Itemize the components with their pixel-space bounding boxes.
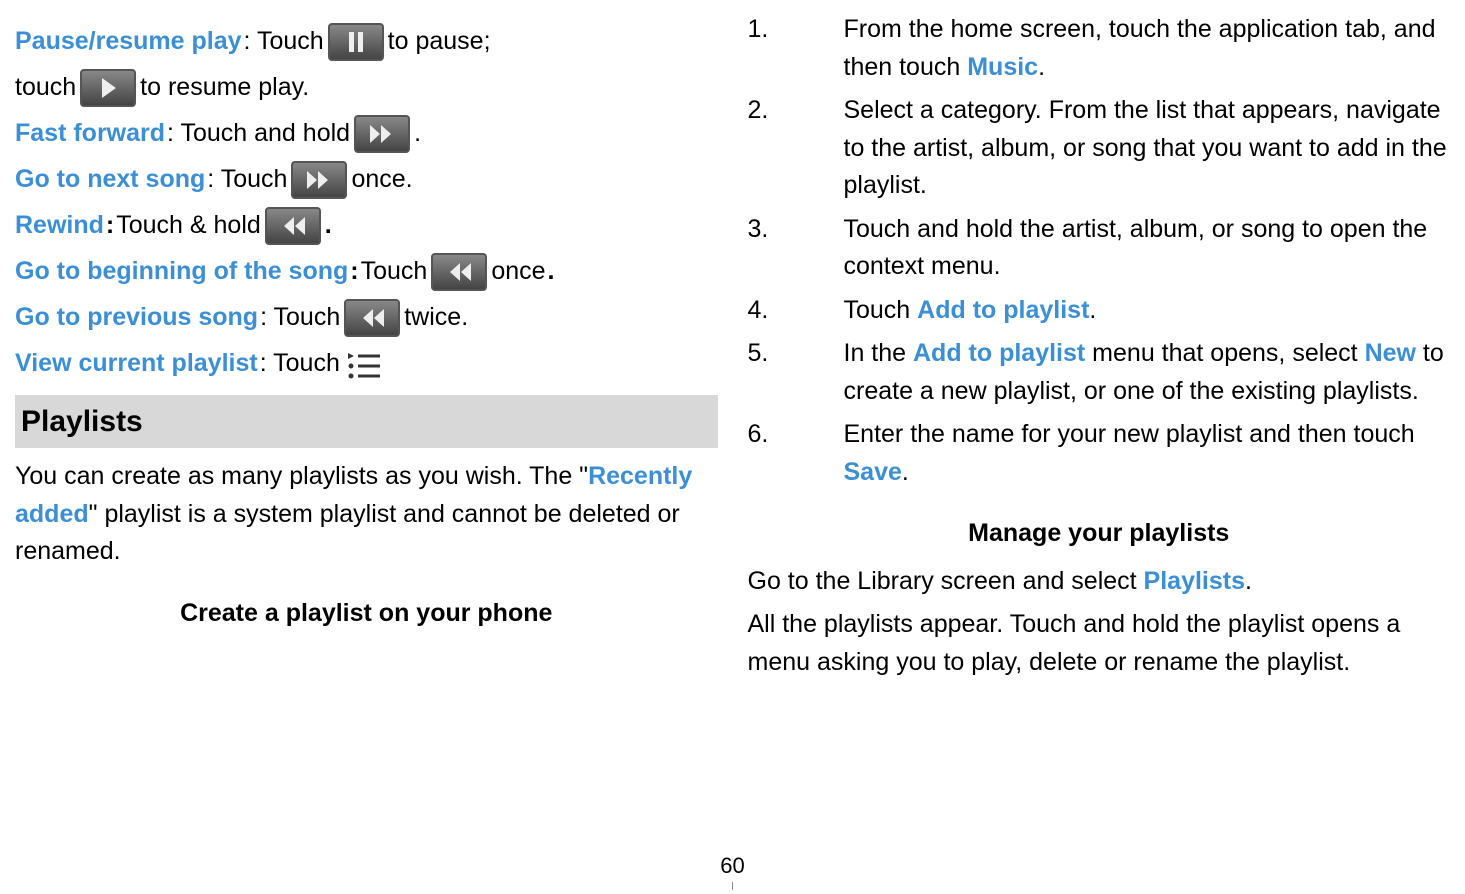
pause-icon (328, 23, 384, 61)
playlists-header: Playlists (15, 395, 718, 448)
playlists-body: You can create as many playlists as you … (15, 458, 718, 571)
text: . (414, 115, 421, 153)
right-column: 1. From the home screen, touch the appli… (733, 0, 1465, 841)
list-icon (342, 345, 386, 383)
fast-forward-label: Fast forward (15, 115, 165, 153)
text: Touch (361, 253, 428, 291)
page-number: 60 (720, 853, 744, 878)
manage-body-2: All the playlists appear. Touch and hold… (748, 606, 1451, 681)
rewind-line: Rewind : Touch & hold . (15, 207, 718, 245)
step-number: 4. (748, 292, 844, 330)
step-text: In the Add to playlist menu that opens, … (844, 335, 1451, 410)
step-number: 2. (748, 92, 844, 205)
beginning-label: Go to beginning of the song (15, 253, 348, 291)
page-footer: 60 (0, 841, 1465, 894)
step-text: From the home screen, touch the applicat… (844, 11, 1451, 86)
previous-song-label: Go to previous song (15, 299, 258, 337)
pause-resume-label: Pause/resume play (15, 23, 242, 61)
text: twice. (404, 299, 468, 337)
step-item: 4. Touch Add to playlist. (748, 292, 1451, 330)
beginning-line: Go to beginning of the song : Touch once… (15, 253, 718, 291)
step-text: Select a category. From the list that ap… (844, 92, 1451, 205)
footer-tick (732, 882, 733, 890)
step-item: 1. From the home screen, touch the appli… (748, 11, 1451, 86)
next-song-line: Go to next song : Touch once. (15, 161, 718, 199)
steps-list: 1. From the home screen, touch the appli… (748, 11, 1451, 491)
fast-forward-icon (354, 115, 410, 153)
resume-line: touch to resume play. (15, 69, 718, 107)
step-number: 3. (748, 211, 844, 286)
step-item: 5. In the Add to playlist menu that open… (748, 335, 1451, 410)
text: . (548, 253, 555, 291)
page-content: Pause/resume play : Touch to pause; touc… (0, 0, 1465, 841)
text: : (350, 253, 358, 291)
fast-forward-line: Fast forward : Touch and hold . (15, 115, 718, 153)
text: " playlist is a system playlist and cann… (15, 500, 680, 566)
play-icon (80, 69, 136, 107)
step-item: 2. Select a category. From the list that… (748, 92, 1451, 205)
step-number: 6. (748, 416, 844, 491)
rewind-icon (265, 207, 321, 245)
view-playlist-label: View current playlist (15, 345, 258, 383)
step-text: Touch and hold the artist, album, or son… (844, 211, 1451, 286)
step-item: 3. Touch and hold the artist, album, or … (748, 211, 1451, 286)
manage-playlists-header: Manage your playlists (748, 515, 1451, 553)
text: : Touch (260, 345, 340, 383)
step-text: Enter the name for your new playlist and… (844, 416, 1451, 491)
text: to pause; (388, 23, 491, 61)
text: : Touch (260, 299, 340, 337)
view-playlist-line: View current playlist : Touch (15, 345, 718, 383)
text: : Touch (207, 161, 287, 199)
next-icon (291, 161, 347, 199)
step-number: 1. (748, 11, 844, 86)
previous-icon (431, 253, 487, 291)
previous-icon (344, 299, 400, 337)
text: : Touch (244, 23, 324, 61)
rewind-label: Rewind (15, 207, 104, 245)
next-song-label: Go to next song (15, 161, 205, 199)
text: . (325, 207, 332, 245)
text: touch (15, 69, 76, 107)
text: once (491, 253, 545, 291)
previous-song-line: Go to previous song : Touch twice. (15, 299, 718, 337)
text: once. (351, 161, 412, 199)
step-text: Touch Add to playlist. (844, 292, 1451, 330)
step-item: 6. Enter the name for your new playlist … (748, 416, 1451, 491)
text: Touch & hold (116, 207, 261, 245)
text: You can create as many playlists as you … (15, 462, 588, 490)
text: : Touch and hold (167, 115, 350, 153)
text: : (106, 207, 114, 245)
text: to resume play. (140, 69, 309, 107)
manage-body-1: Go to the Library screen and select Play… (748, 563, 1451, 601)
create-playlist-header: Create a playlist on your phone (15, 595, 718, 633)
step-number: 5. (748, 335, 844, 410)
pause-resume-line: Pause/resume play : Touch to pause; (15, 23, 718, 61)
left-column: Pause/resume play : Touch to pause; touc… (0, 0, 733, 841)
